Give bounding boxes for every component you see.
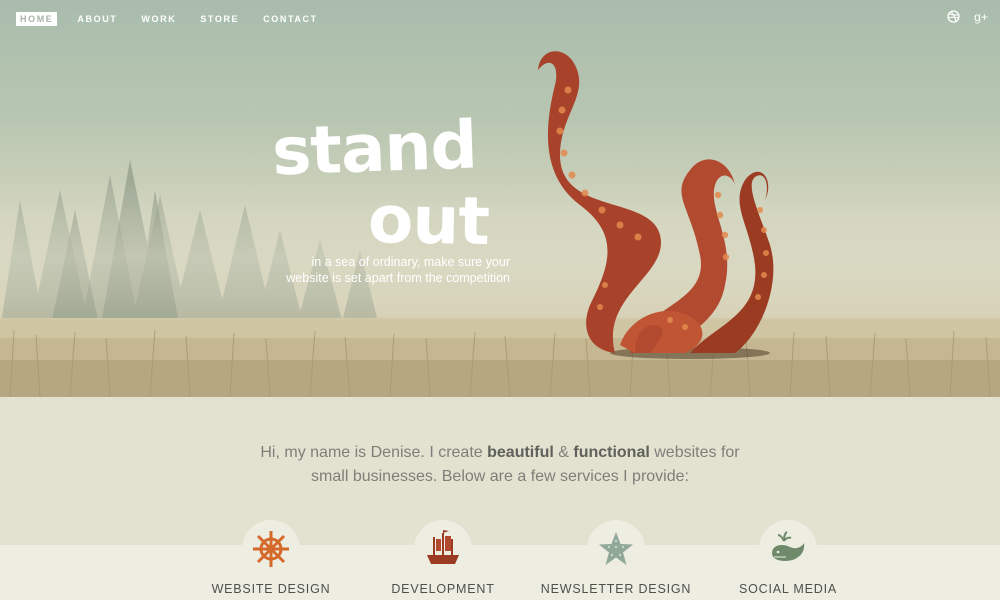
intro-line-2: small businesses. Below are a few servic… bbox=[311, 468, 689, 485]
services-list: WEBSITE DESIGN DEVELOPMENT NEWSLETTER DE… bbox=[0, 520, 1000, 600]
service-label: DEVELOPMENT bbox=[391, 582, 495, 596]
intro-part-1: Hi, my name is Denise. I create bbox=[260, 444, 488, 461]
starfish-icon bbox=[599, 532, 633, 565]
intro-bold-functional: functional bbox=[573, 444, 650, 461]
service-newsletter-design[interactable]: NEWSLETTER DESIGN bbox=[536, 520, 696, 596]
intro-part-3: websites for bbox=[649, 444, 740, 461]
headline-stand: stand bbox=[270, 106, 478, 191]
service-badge bbox=[587, 520, 645, 578]
pirate-ship-icon bbox=[427, 530, 459, 564]
nav-about[interactable]: ABOUT bbox=[73, 12, 121, 26]
intro-bold-beautiful: beautiful bbox=[487, 444, 554, 461]
service-label: SOCIAL MEDIA bbox=[738, 582, 838, 596]
service-badge bbox=[414, 520, 472, 578]
octopus-tentacles-illustration bbox=[538, 51, 774, 359]
hero-banner: HOME ABOUT WORK STORE CONTACT g+ stand o… bbox=[0, 0, 1000, 397]
fog-overlay bbox=[0, 180, 1000, 320]
service-social-media[interactable]: SOCIAL MEDIA bbox=[708, 520, 868, 596]
google-plus-icon[interactable]: g+ bbox=[974, 10, 988, 24]
nav-home[interactable]: HOME bbox=[16, 12, 58, 26]
social-links: g+ bbox=[946, 10, 988, 24]
intro-part-2: & bbox=[553, 444, 574, 461]
intro-line-1: Hi, my name is Denise. I create beautifu… bbox=[200, 441, 800, 465]
service-label: WEBSITE DESIGN bbox=[211, 582, 331, 596]
dribbble-icon[interactable] bbox=[946, 10, 960, 24]
nav-store[interactable]: STORE bbox=[196, 12, 243, 26]
service-label: NEWSLETTER DESIGN bbox=[540, 582, 692, 596]
intro-text: Hi, my name is Denise. I create beautifu… bbox=[200, 441, 800, 489]
nav-work[interactable]: WORK bbox=[137, 12, 180, 26]
whale-icon bbox=[772, 531, 805, 561]
service-badge bbox=[242, 520, 300, 578]
service-website-design[interactable]: WEBSITE DESIGN bbox=[191, 520, 351, 596]
nav-contact[interactable]: CONTACT bbox=[259, 12, 322, 26]
tagline-line-1: in a sea of ordinary, make sure your bbox=[311, 255, 510, 269]
headline-out: out bbox=[367, 180, 490, 261]
main-nav: HOME ABOUT WORK STORE CONTACT bbox=[16, 12, 338, 26]
service-badge bbox=[759, 520, 817, 578]
hero-tagline: in a sea of ordinary, make sure your web… bbox=[270, 254, 510, 286]
tagline-line-2: website is set apart from the competitio… bbox=[286, 271, 510, 285]
service-development[interactable]: DEVELOPMENT bbox=[363, 520, 523, 596]
ship-wheel-icon bbox=[253, 531, 289, 567]
